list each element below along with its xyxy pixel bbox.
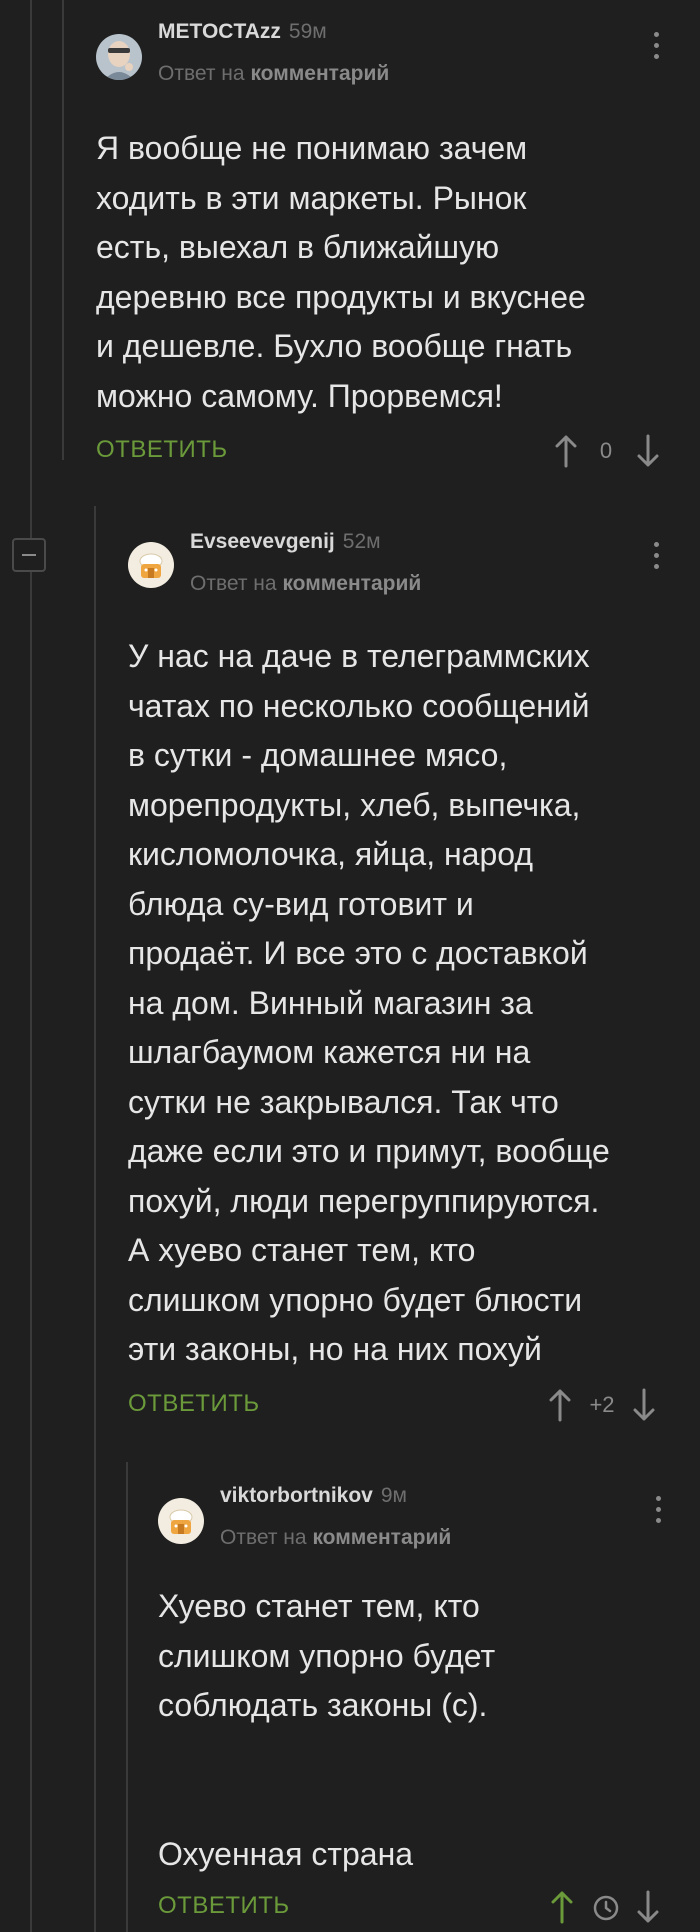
more-menu-icon[interactable] — [654, 32, 660, 60]
downvote-arrow-icon[interactable] — [636, 434, 660, 468]
more-menu-icon[interactable] — [656, 1496, 662, 1524]
thread-line — [126, 1462, 128, 1932]
reply-to-link[interactable]: комментарий — [312, 1526, 451, 1549]
thread-line — [62, 0, 64, 460]
author-name[interactable]: METOCTAzz 59м — [158, 20, 327, 44]
reply-button[interactable]: ОТВЕТИТЬ — [96, 436, 228, 464]
vote-controls: +2 — [548, 1388, 688, 1422]
thread-line — [30, 572, 32, 1932]
upvote-arrow-icon[interactable] — [550, 1890, 574, 1924]
comment: viktorbortnikov 9м Ответ на комментарий Х… — [158, 1482, 688, 1932]
vote-controls: 0 — [554, 434, 684, 468]
reply-button[interactable]: ОТВЕТИТЬ — [158, 1892, 290, 1920]
reply-to-label: Ответ на комментарий — [220, 1526, 452, 1549]
score: +2 — [589, 1392, 615, 1417]
reply-button[interactable]: ОТВЕТИТЬ — [128, 1390, 260, 1418]
comment-text: Хуево станет тем, кто слишком упорно буд… — [158, 1588, 496, 1872]
reply-to-label: Ответ на комментарий — [158, 62, 390, 85]
comment-time: 59м — [288, 20, 327, 43]
author-name[interactable]: viktorbortnikov 9м — [220, 1484, 407, 1508]
avatar[interactable] — [96, 34, 142, 80]
comment: METOCTAzz 59м Ответ на комментарий Я вооб… — [96, 18, 686, 478]
comment: Evseevevgenij 52м Ответ на комментарий У … — [128, 528, 688, 1428]
author-name[interactable]: Evseevevgenij 52м — [190, 530, 381, 554]
reply-to-link[interactable]: комментарий — [282, 572, 421, 595]
downvote-arrow-icon[interactable] — [632, 1388, 656, 1422]
comment-time: 9м — [380, 1484, 407, 1507]
comment-time: 52м — [342, 530, 381, 553]
avatar[interactable] — [158, 1498, 204, 1544]
downvote-arrow-icon[interactable] — [636, 1890, 660, 1924]
collapse-thread-button[interactable] — [12, 538, 46, 572]
comment-text: У нас на даче в телеграммских чатах по н… — [128, 638, 610, 1367]
thread-line — [94, 506, 96, 1932]
score: 0 — [599, 438, 613, 463]
thread-line — [30, 0, 32, 538]
comment-text: Я вообще не понимаю зачем ходить в эти м… — [96, 130, 586, 414]
upvote-arrow-icon[interactable] — [554, 434, 578, 468]
reply-to-label: Ответ на комментарий — [190, 572, 422, 595]
reply-to-link[interactable]: комментарий — [250, 62, 389, 85]
clock-icon — [593, 1895, 619, 1921]
avatar[interactable] — [128, 542, 174, 588]
vote-controls — [550, 1890, 690, 1924]
more-menu-icon[interactable] — [654, 542, 660, 570]
upvote-arrow-icon[interactable] — [548, 1388, 572, 1422]
